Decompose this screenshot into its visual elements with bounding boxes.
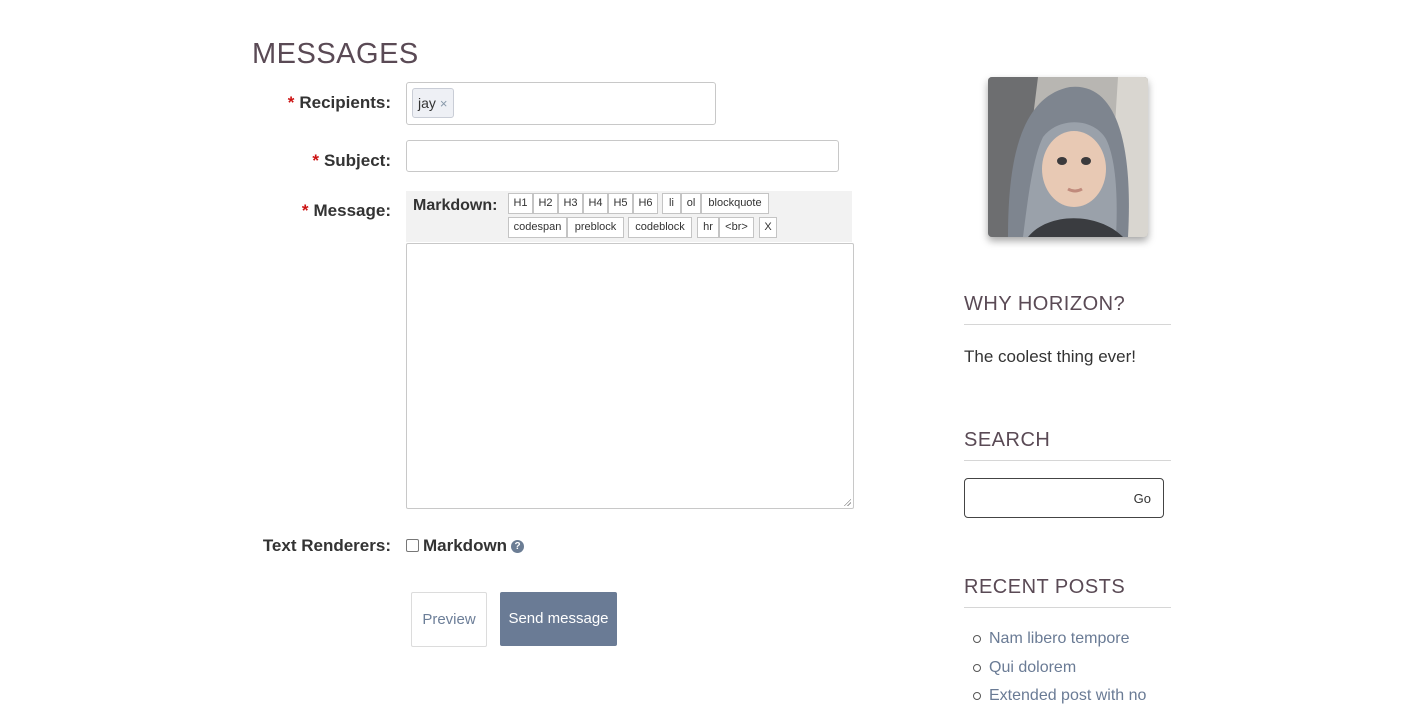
blockquote-button[interactable]: blockquote [701,193,769,214]
ol-button[interactable]: ol [681,193,701,214]
search-heading: SEARCH [964,429,1171,461]
message-label: * Message: [301,201,391,220]
send-message-button[interactable]: Send message [500,592,617,646]
hr-button[interactable]: hr [697,217,719,238]
recipient-token-label: jay [418,95,436,111]
recent-post-link[interactable]: Nam libero tempore [970,630,1146,659]
codeblock-button[interactable]: codeblock [628,217,692,238]
circle-bullet-icon [973,663,981,672]
markdown-renderer-label[interactable]: Markdown [423,536,507,556]
preblock-button[interactable]: preblock [567,217,624,238]
subject-label: * Subject: [312,151,391,170]
br-button[interactable]: <br> [719,217,754,238]
h3-button[interactable]: H3 [558,193,583,214]
clear-x-button[interactable]: X [759,217,777,238]
markdown-renderer-checkbox[interactable] [406,539,419,552]
message-textarea[interactable] [406,243,854,509]
why-horizon-text: The coolest thing ever! [964,347,1136,366]
recent-posts-heading: RECENT POSTS [964,576,1171,608]
preview-button[interactable]: Preview [411,592,487,647]
search-input[interactable]: Go [964,478,1164,518]
h6-button[interactable]: H6 [633,193,658,214]
required-mark: * [301,201,309,220]
circle-bullet-icon [973,635,981,643]
avatar [988,77,1148,237]
circle-bullet-icon [973,692,981,700]
recipients-input[interactable]: jay × [406,82,716,125]
recent-post-link[interactable]: Extended post with no [970,687,1146,716]
question-circle-icon[interactable]: ? [511,540,524,553]
recent-posts-list: Nam libero tempore Qui dolorem Extended … [970,630,1146,716]
why-horizon-heading: WHY HORIZON? [964,293,1171,325]
markdown-toolbar: Markdown: H1 H2 H3 H4 H5 H6 li ol blockq… [406,191,852,242]
recipient-token[interactable]: jay × [412,88,454,118]
subject-input[interactable] [406,140,839,172]
page-title: MESSAGES [252,38,419,70]
codespan-button[interactable]: codespan [508,217,567,238]
required-mark: * [287,93,295,112]
markdown-toolbar-label: Markdown: [413,197,498,214]
h5-button[interactable]: H5 [608,193,633,214]
h4-button[interactable]: H4 [583,193,608,214]
text-renderers-label: Text Renderers: [262,536,391,555]
recent-post-link[interactable]: Qui dolorem [970,659,1146,688]
h2-button[interactable]: H2 [533,193,558,214]
avatar-photo [988,77,1148,237]
resize-handle-icon[interactable] [843,498,851,506]
h1-button[interactable]: H1 [508,193,533,214]
li-button[interactable]: li [662,193,681,214]
required-mark: * [312,151,319,170]
search-go-button[interactable]: Go [1134,491,1151,506]
recipients-label: * Recipients: [287,93,391,112]
remove-token-icon[interactable]: × [440,96,448,111]
